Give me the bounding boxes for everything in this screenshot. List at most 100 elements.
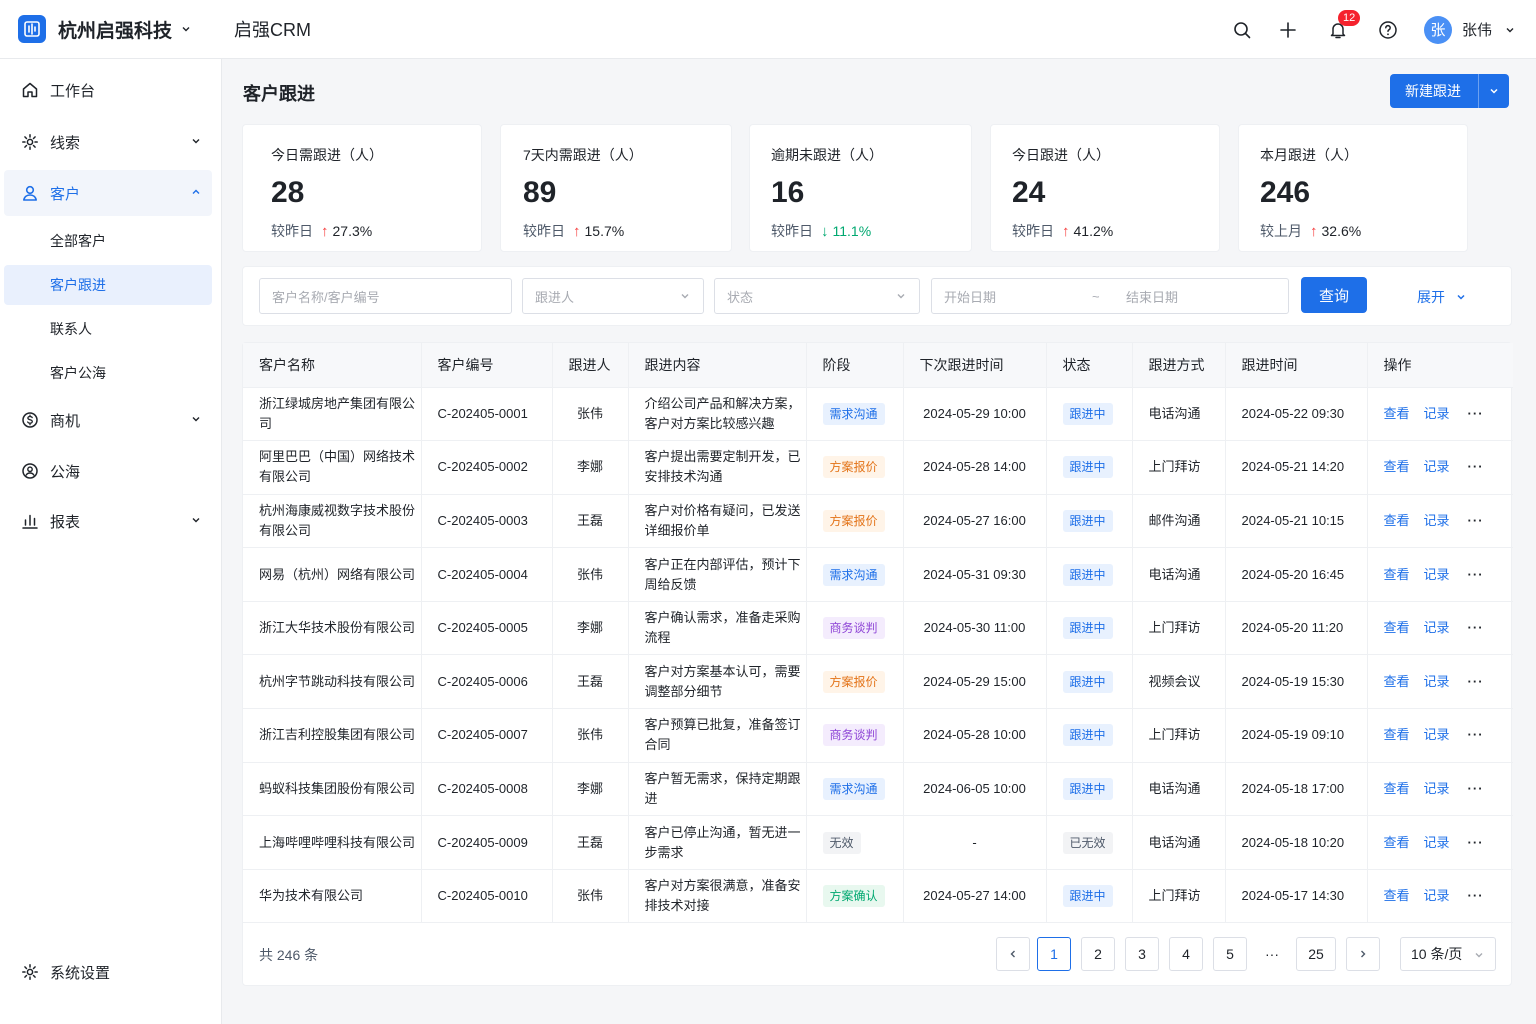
start-date-input[interactable]: 开始日期 bbox=[944, 287, 1092, 306]
plus-icon[interactable] bbox=[1276, 18, 1300, 42]
user-name[interactable]: 张伟 bbox=[1462, 19, 1492, 40]
more-actions-icon[interactable]: ··· bbox=[1468, 835, 1484, 850]
more-actions-icon[interactable]: ··· bbox=[1468, 620, 1484, 635]
record-link[interactable]: 记录 bbox=[1424, 835, 1450, 850]
sidebar-item-opportunities[interactable]: 商机 bbox=[4, 397, 212, 443]
page-button[interactable]: 2 bbox=[1081, 937, 1115, 971]
customer-id-cell: C-202405-0003 bbox=[421, 494, 553, 549]
view-link[interactable]: 查看 bbox=[1384, 406, 1410, 421]
method-cell: 上门拜访 bbox=[1132, 869, 1226, 924]
next-time-cell: 2024-05-29 15:00 bbox=[903, 654, 1047, 710]
sidebar-item-system-settings[interactable]: 系统设置 bbox=[4, 949, 212, 995]
next-time-cell: 2024-05-27 14:00 bbox=[903, 869, 1047, 924]
table-row[interactable]: 杭州海康威视数字技术股份有限公司 C-202405-0003 王磊 客户对价格有疑问，… bbox=[243, 494, 1513, 549]
more-actions-icon[interactable]: ··· bbox=[1468, 727, 1484, 742]
view-link[interactable]: 查看 bbox=[1384, 513, 1410, 528]
more-actions-icon[interactable]: ··· bbox=[1468, 567, 1484, 582]
record-link[interactable]: 记录 bbox=[1424, 781, 1450, 796]
page-button[interactable]: 3 bbox=[1125, 937, 1159, 971]
user-icon bbox=[20, 183, 40, 203]
sidebar-item-workbench[interactable]: 工作台 bbox=[4, 67, 212, 113]
end-date-input[interactable]: 结束日期 bbox=[1126, 287, 1178, 306]
sidebar-item-all-customers[interactable]: 全部客户 bbox=[4, 221, 212, 261]
view-link[interactable]: 查看 bbox=[1384, 781, 1410, 796]
chevron-left-icon bbox=[1007, 948, 1019, 960]
status-badge: 跟进中 bbox=[1062, 777, 1113, 800]
view-link[interactable]: 查看 bbox=[1384, 835, 1410, 850]
record-link[interactable]: 记录 bbox=[1424, 567, 1450, 582]
owner-select[interactable]: 跟进人 bbox=[522, 278, 704, 314]
record-link[interactable]: 记录 bbox=[1424, 406, 1450, 421]
gear-icon bbox=[20, 962, 40, 982]
sidebar-item-customer-pool[interactable]: 客户公海 bbox=[4, 353, 212, 393]
page-title: 客户跟进 bbox=[243, 84, 315, 104]
sidebar-item-customer-followup[interactable]: 客户跟进 bbox=[4, 265, 212, 305]
record-link[interactable]: 记录 bbox=[1424, 620, 1450, 635]
column-header: 客户编号 bbox=[421, 343, 553, 388]
table-row[interactable]: 浙江吉利控股集团有限公司 C-202405-0007 张伟 客户预算已批复，准备签订合… bbox=[243, 708, 1513, 763]
table-row[interactable]: 阿里巴巴（中国）网络技术有限公司 C-202405-0002 李娜 客户提出需要定制开… bbox=[243, 440, 1513, 495]
stat-compare: 较昨日 bbox=[523, 223, 565, 239]
owner-cell: 张伟 bbox=[552, 869, 629, 924]
page-button[interactable]: 25 bbox=[1296, 937, 1336, 971]
search-icon[interactable] bbox=[1230, 18, 1254, 42]
more-actions-icon[interactable]: ··· bbox=[1468, 888, 1484, 903]
top-header: 杭州启强科技 启强CRM 12 张 张伟 bbox=[0, 0, 1536, 59]
page-button[interactable]: 4 bbox=[1169, 937, 1203, 971]
more-actions-icon[interactable]: ··· bbox=[1468, 781, 1484, 796]
company-switcher[interactable]: 杭州启强科技 bbox=[0, 15, 222, 43]
more-actions-icon[interactable]: ··· bbox=[1468, 513, 1484, 528]
more-actions-icon[interactable]: ··· bbox=[1468, 406, 1484, 421]
view-link[interactable]: 查看 bbox=[1384, 674, 1410, 689]
expand-filters-button[interactable]: 展开 bbox=[1417, 287, 1467, 307]
view-link[interactable]: 查看 bbox=[1384, 567, 1410, 582]
status-select[interactable]: 状态 bbox=[714, 278, 920, 314]
date-range-picker[interactable]: 开始日期 ~ 结束日期 bbox=[931, 278, 1289, 314]
bell-icon[interactable]: 12 bbox=[1326, 9, 1361, 42]
stat-title: 逾期未跟进（人） bbox=[771, 147, 883, 163]
record-link[interactable]: 记录 bbox=[1424, 513, 1450, 528]
table-row[interactable]: 蚂蚁科技集团股份有限公司 C-202405-0008 李娜 客户暂无需求，保持定期跟进… bbox=[243, 762, 1513, 817]
table-row[interactable]: 浙江绿城房地产集团有限公司 C-202405-0001 张伟 介绍公司产品和解决方案，… bbox=[243, 387, 1513, 442]
query-button[interactable]: 查询 bbox=[1301, 277, 1367, 313]
customer-id-cell: C-202405-0008 bbox=[421, 762, 553, 817]
record-link[interactable]: 记录 bbox=[1424, 888, 1450, 903]
page-button[interactable]: 1 bbox=[1037, 937, 1071, 971]
stat-card-today-done: 今日跟进（人） 24 较昨日 ↑ 41.2% bbox=[990, 124, 1220, 252]
page-button[interactable]: 5 bbox=[1213, 937, 1247, 971]
content-cell: 客户对方案很满意，准备安排技术对接 bbox=[628, 869, 807, 924]
more-actions-icon[interactable]: ··· bbox=[1468, 459, 1484, 474]
table-row[interactable]: 网易（杭州）网络有限公司 C-202405-0004 张伟 客户正在内部评估，预计下周… bbox=[243, 547, 1513, 602]
chevron-down-icon[interactable] bbox=[1504, 24, 1516, 36]
help-icon[interactable] bbox=[1376, 18, 1400, 42]
stat-compare: 较昨日 bbox=[771, 223, 813, 239]
status-badge: 跟进中 bbox=[1062, 670, 1113, 693]
sidebar-item-label: 商机 bbox=[50, 412, 81, 430]
sidebar-item-public-pool[interactable]: 公海 bbox=[4, 448, 212, 494]
sidebar-item-customers[interactable]: 客户 bbox=[4, 170, 212, 216]
record-link[interactable]: 记录 bbox=[1424, 459, 1450, 474]
next-page-button[interactable] bbox=[1346, 937, 1380, 971]
sidebar-item-reports[interactable]: 报表 bbox=[4, 498, 212, 544]
new-followup-button[interactable]: 新建跟进 bbox=[1390, 74, 1509, 108]
stat-change: 15.7% bbox=[584, 223, 625, 239]
more-actions-icon[interactable]: ··· bbox=[1468, 674, 1484, 689]
view-link[interactable]: 查看 bbox=[1384, 727, 1410, 742]
customer-search-input[interactable]: 客户名称/客户编号 bbox=[259, 278, 512, 314]
avatar[interactable]: 张 bbox=[1423, 15, 1452, 44]
table-row[interactable]: 浙江大华技术股份有限公司 C-202405-0005 李娜 客户确认需求，准备走采购流… bbox=[243, 601, 1513, 656]
record-link[interactable]: 记录 bbox=[1424, 727, 1450, 742]
record-link[interactable]: 记录 bbox=[1424, 674, 1450, 689]
table-row[interactable]: 上海哔哩哔哩科技有限公司 C-202405-0009 王磊 客户已停止沟通，暂无进一步… bbox=[243, 815, 1513, 870]
view-link[interactable]: 查看 bbox=[1384, 620, 1410, 635]
sidebar-item-leads[interactable]: 线索 bbox=[4, 119, 212, 165]
table-row[interactable]: 华为技术有限公司 C-202405-0010 张伟 客户对方案很满意，准备安排技术对接… bbox=[243, 869, 1513, 924]
sidebar-item-contacts[interactable]: 联系人 bbox=[4, 309, 212, 349]
view-link[interactable]: 查看 bbox=[1384, 459, 1410, 474]
view-link[interactable]: 查看 bbox=[1384, 888, 1410, 903]
page-size-select[interactable]: 10 条/页 bbox=[1400, 937, 1496, 971]
chevron-down-icon[interactable] bbox=[1479, 85, 1509, 97]
prev-page-button[interactable] bbox=[996, 937, 1030, 971]
table-row[interactable]: 杭州字节跳动科技有限公司 C-202405-0006 王磊 客户对方案基本认可，需要调… bbox=[243, 654, 1513, 710]
status-badge: 跟进中 bbox=[1062, 402, 1113, 425]
